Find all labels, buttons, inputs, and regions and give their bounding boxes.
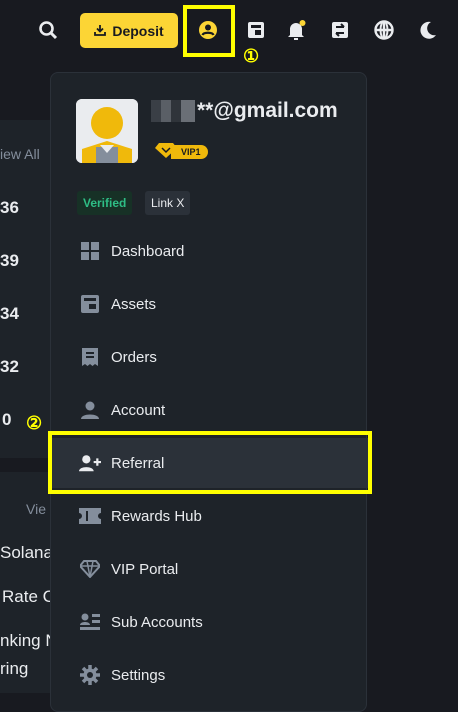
annotation-highlight-account bbox=[183, 5, 235, 57]
verified-badge: Verified bbox=[77, 191, 133, 215]
bg-number-2: 39 bbox=[0, 251, 19, 270]
menu-item-rewards-hub[interactable]: Rewards Hub bbox=[51, 491, 368, 541]
menu-item-label: Account bbox=[111, 401, 166, 419]
background-panel-top bbox=[0, 120, 50, 458]
menu-item-label: Dashboard bbox=[111, 242, 185, 260]
view-link[interactable]: Vie bbox=[26, 501, 46, 517]
dashboard-icon bbox=[79, 240, 101, 262]
sub-accounts-icon bbox=[79, 611, 101, 633]
globe-icon[interactable] bbox=[368, 14, 400, 46]
wallet-icon[interactable] bbox=[240, 14, 272, 46]
menu-item-label: VIP Portal bbox=[111, 560, 179, 578]
view-all-link[interactable]: iew All bbox=[0, 146, 40, 162]
transfer-icon[interactable] bbox=[324, 14, 356, 46]
bg-number-4: 32 bbox=[0, 357, 19, 376]
orders-icon bbox=[79, 346, 101, 368]
user-email: **@gmail.com bbox=[151, 99, 338, 123]
bg-line-1: Solana bbox=[0, 543, 53, 562]
deposit-download-icon bbox=[94, 23, 107, 39]
menu-item-label: Orders bbox=[111, 348, 157, 366]
moon-icon[interactable] bbox=[412, 14, 444, 46]
annotation-number-1: ① bbox=[243, 46, 260, 66]
menu-item-label: Rewards Hub bbox=[111, 507, 202, 525]
avatar[interactable] bbox=[76, 99, 138, 163]
deposit-button[interactable]: Deposit bbox=[80, 13, 178, 48]
ticket-icon bbox=[79, 505, 101, 527]
vip-badge[interactable]: VIP1 bbox=[155, 142, 208, 161]
bg-line-4: ring bbox=[0, 659, 29, 678]
menu-item-orders[interactable]: Orders bbox=[51, 332, 368, 382]
deposit-label: Deposit bbox=[112, 22, 164, 39]
account-icon bbox=[79, 399, 101, 421]
diamond-icon bbox=[79, 558, 101, 580]
annotation-highlight-referral bbox=[48, 431, 372, 494]
bg-number-5: 0 bbox=[2, 410, 12, 429]
annotation-number-2: ② bbox=[26, 413, 43, 433]
account-dropdown-menu: **@gmail.com VIP1 Verified Link X Dashbo… bbox=[50, 72, 368, 712]
menu-item-vip-portal[interactable]: VIP Portal bbox=[51, 544, 368, 594]
bg-line-2: Rate C bbox=[2, 587, 55, 606]
menu-item-assets[interactable]: Assets bbox=[51, 279, 368, 329]
menu-item-account[interactable]: Account bbox=[51, 385, 368, 435]
menu-item-sub-accounts[interactable]: Sub Accounts bbox=[51, 597, 368, 647]
menu-item-label: Sub Accounts bbox=[111, 613, 203, 631]
bg-line-3: nking N bbox=[0, 631, 58, 650]
email-redaction bbox=[151, 100, 195, 123]
wallet-icon bbox=[79, 293, 101, 315]
vip-level: VIP1 bbox=[171, 145, 208, 159]
bell-icon[interactable] bbox=[280, 14, 312, 46]
menu-item-dashboard[interactable]: Dashboard bbox=[51, 226, 368, 276]
email-text: **@gmail.com bbox=[197, 99, 338, 122]
menu-item-label: Settings bbox=[111, 666, 166, 684]
link-x-button[interactable]: Link X bbox=[145, 191, 191, 215]
search-icon[interactable] bbox=[32, 14, 64, 46]
bg-number-1: 36 bbox=[0, 198, 19, 217]
gear-icon bbox=[79, 664, 101, 686]
menu-item-label: Assets bbox=[111, 295, 157, 313]
bg-number-3: 34 bbox=[0, 304, 19, 323]
